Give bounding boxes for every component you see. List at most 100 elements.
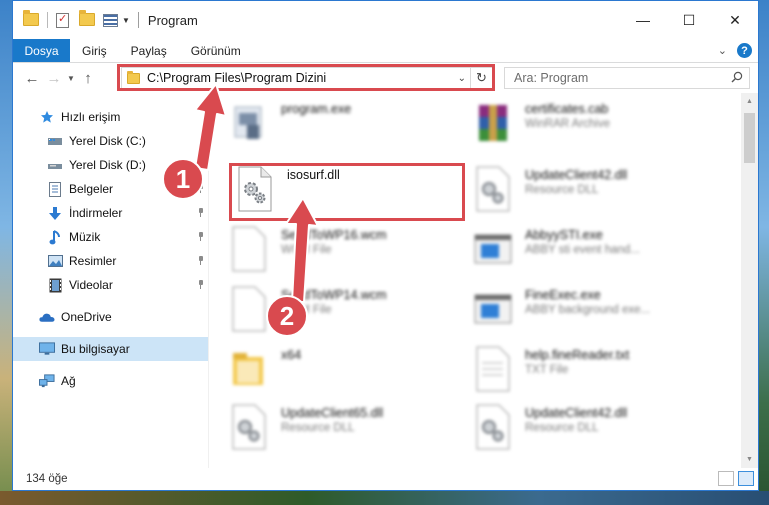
- blank-file-icon: [232, 286, 266, 332]
- file-name: AbbyySTI.exe: [525, 228, 603, 242]
- quick-access-separator: [47, 12, 48, 28]
- sidebar-item-network[interactable]: Ağ: [13, 369, 208, 393]
- minimize-button[interactable]: —: [620, 1, 666, 39]
- address-path[interactable]: C:\Program Files\Program Dizini: [147, 71, 326, 85]
- tab-file[interactable]: Dosya: [13, 39, 70, 62]
- expand-ribbon-chevron-icon[interactable]: ⌄: [718, 44, 727, 57]
- file-name: x64: [281, 348, 302, 362]
- desktop-background-bottom: [0, 491, 769, 505]
- help-icon[interactable]: ?: [737, 43, 752, 58]
- up-button[interactable]: ↑: [77, 70, 99, 87]
- recent-locations-chevron-icon[interactable]: ▼: [65, 74, 77, 83]
- sidebar-item-label: OneDrive: [61, 310, 112, 324]
- pin-icon[interactable]: [198, 208, 204, 217]
- sidebar-item-local-disk-c[interactable]: Yerel Disk (C:): [13, 129, 208, 153]
- scroll-up-icon[interactable]: ▲: [741, 93, 758, 110]
- details-view-icon[interactable]: [718, 471, 734, 486]
- file-item[interactable]: FineExec.exe ABBY background exe...: [473, 285, 718, 345]
- blank-file-icon: [232, 226, 266, 272]
- scroll-down-icon[interactable]: ▼: [741, 451, 758, 468]
- dll-gear-icon: [232, 404, 266, 450]
- tab-view[interactable]: Görünüm: [179, 39, 253, 62]
- tab-home[interactable]: Giriş: [70, 39, 119, 62]
- search-icon[interactable]: [731, 71, 743, 83]
- sidebar-item-label: Resimler: [69, 254, 117, 268]
- pin-icon[interactable]: [198, 256, 204, 265]
- search-placeholder: Ara: Program: [514, 71, 589, 85]
- pin-icon[interactable]: [198, 232, 204, 241]
- sidebar-item-quick-access[interactable]: Hızlı erişim: [13, 105, 208, 129]
- window-title: Program: [147, 12, 198, 28]
- file-item[interactable]: SendToWP16.wcm WCM File: [229, 225, 474, 285]
- onedrive-icon: [39, 309, 55, 325]
- file-name: FineExec.exe: [525, 288, 601, 302]
- dll-gear-icon: [476, 404, 510, 450]
- navigation-pane: Hızlı erişim Yerel Disk (C:) Yerel Disk …: [13, 93, 208, 468]
- drive-icon: [47, 133, 63, 149]
- file-type: Resource DLL: [525, 422, 599, 434]
- computer-icon: [39, 341, 55, 357]
- file-item[interactable]: program.exe: [229, 99, 474, 159]
- documents-icon: [47, 181, 63, 197]
- sidebar-item-this-pc[interactable]: Bu bilgisayar: [13, 337, 208, 361]
- address-dropdown-chevron-icon[interactable]: ⌄: [458, 73, 466, 84]
- refresh-button[interactable]: ↻: [470, 68, 492, 88]
- properties-icon[interactable]: [56, 12, 69, 28]
- file-type: Resource DLL: [281, 422, 355, 434]
- file-name: program.exe: [281, 102, 352, 116]
- sidebar-item-label: Belgeler: [69, 182, 114, 196]
- file-type: WCM File: [281, 244, 332, 256]
- new-folder-icon[interactable]: [79, 10, 95, 27]
- scroll-thumb[interactable]: [744, 113, 755, 163]
- videos-icon: [47, 277, 63, 293]
- main-content: Hızlı erişim Yerel Disk (C:) Yerel Disk …: [13, 93, 758, 468]
- customize-toolbar-chevron-icon[interactable]: ▼: [122, 16, 130, 25]
- maximize-button[interactable]: ☐: [666, 1, 712, 39]
- large-icons-view-icon[interactable]: [738, 471, 754, 486]
- item-count: 134 öğe: [26, 473, 68, 485]
- title-bar: ▼ Program — ☐ ✕: [13, 1, 758, 39]
- file-item[interactable]: AbbyySTI.exe ABBY sti event hand...: [473, 225, 718, 285]
- address-row: ← → ▼ ↑ C:\Program Files\Program Dizini …: [13, 63, 758, 93]
- sidebar-item-pictures[interactable]: Resimler: [13, 249, 208, 273]
- file-name: SendToWP16.wcm: [281, 228, 387, 242]
- file-item[interactable]: UpdateClient42.dll Resource DLL: [473, 403, 718, 463]
- vertical-scrollbar[interactable]: ▲ ▼: [741, 93, 758, 468]
- sidebar-item-downloads[interactable]: İndirmeler: [13, 201, 208, 225]
- address-folder-icon: [127, 70, 140, 84]
- network-icon: [39, 373, 55, 389]
- file-name: help.fineReader.txt: [525, 348, 630, 362]
- back-button[interactable]: ←: [21, 70, 43, 87]
- file-item-isosurf-dll[interactable]: isosurf.dll: [235, 165, 480, 225]
- forward-button[interactable]: →: [43, 70, 65, 87]
- file-item[interactable]: certificates.cab WinRAR Archive: [473, 99, 718, 159]
- explorer-window: ▼ Program — ☐ ✕ Dosya Giriş Paylaş Görün…: [12, 0, 759, 491]
- drive-icon: [47, 157, 63, 173]
- file-item[interactable]: x64: [229, 345, 474, 405]
- close-button[interactable]: ✕: [712, 1, 758, 39]
- program-icon: [234, 106, 262, 139]
- sidebar-item-music[interactable]: Müzik: [13, 225, 208, 249]
- step-2-badge: 2: [266, 295, 308, 337]
- address-bar[interactable]: C:\Program Files\Program Dizini ⌄ ↻: [121, 67, 493, 89]
- title-separator: [137, 12, 139, 28]
- file-item[interactable]: UpdateClient42.dll Resource DLL: [473, 165, 718, 225]
- sidebar-item-videos[interactable]: Videolar: [13, 273, 208, 297]
- file-item[interactable]: UpdateClient65.dll Resource DLL: [229, 403, 474, 463]
- search-input[interactable]: Ara: Program: [504, 67, 750, 89]
- tab-share[interactable]: Paylaş: [119, 39, 179, 62]
- view-details-icon[interactable]: [103, 13, 118, 27]
- pin-icon[interactable]: [198, 280, 204, 289]
- ribbon-tabs: Dosya Giriş Paylaş Görünüm ⌄ ?: [13, 39, 758, 63]
- dll-gear-icon: [476, 166, 510, 212]
- file-type: WinRAR Archive: [525, 118, 610, 130]
- view-mode-buttons: [718, 471, 754, 486]
- window-controls: — ☐ ✕: [620, 1, 758, 39]
- file-item[interactable]: help.fineReader.txt TXT File: [473, 345, 718, 405]
- status-bar: 134 öğe: [13, 468, 758, 490]
- sidebar-item-onedrive[interactable]: OneDrive: [13, 305, 208, 329]
- ribbon-right-controls: ⌄ ?: [718, 43, 752, 58]
- sidebar-item-label: Videolar: [69, 278, 113, 292]
- star-icon: [39, 109, 55, 125]
- text-file-icon: [476, 346, 510, 392]
